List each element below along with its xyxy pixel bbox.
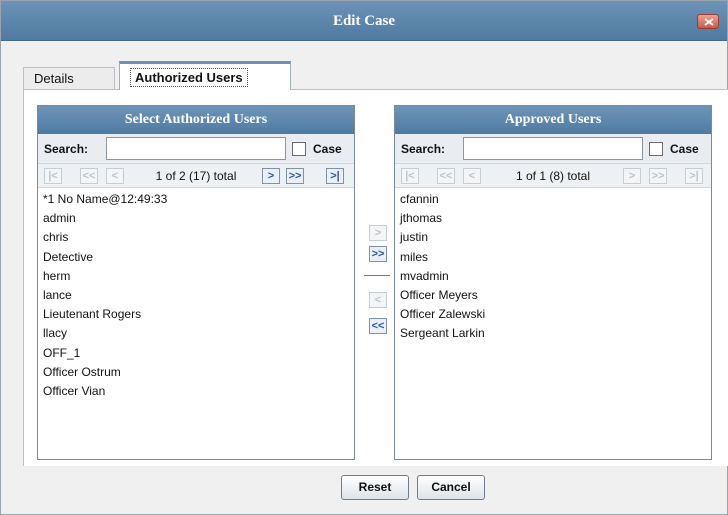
list-item[interactable]: Officer Ostrum (43, 363, 354, 382)
list-item[interactable]: miles (400, 248, 711, 267)
list-item[interactable]: admin (43, 209, 354, 228)
panel-title: Approved Users (395, 106, 711, 134)
search-input[interactable] (106, 137, 286, 160)
tab-details[interactable]: Details (23, 67, 115, 89)
list-item[interactable]: *1 No Name@12:49:33 (43, 190, 354, 209)
list-item[interactable]: Officer Meyers (400, 286, 711, 305)
search-label: Search: (44, 142, 89, 156)
list-item[interactable]: OFF_1 (43, 344, 354, 363)
close-icon (704, 18, 714, 26)
next-page-icon[interactable]: > (262, 168, 280, 184)
pager: |< << < 1 of 1 (8) total > >> >| (395, 164, 711, 188)
close-button[interactable] (697, 14, 719, 29)
page-info: 1 of 2 (17) total (155, 169, 237, 183)
transfer-divider (364, 275, 390, 276)
panel-title: Select Authorized Users (38, 106, 354, 134)
pager: |< << < 1 of 2 (17) total > >> >| (38, 164, 354, 188)
next-page-icon[interactable]: > (623, 168, 641, 184)
list-item[interactable]: justin (400, 228, 711, 247)
search-label: Search: (401, 142, 446, 156)
list-item[interactable]: lance (43, 286, 354, 305)
search-row: Search: Case (38, 134, 354, 164)
move-selected-left-icon[interactable]: < (369, 292, 387, 308)
list-item[interactable]: cfannin (400, 190, 711, 209)
next-block-icon[interactable]: >> (286, 168, 304, 184)
edit-case-dialog: Edit Case Details Authorized Users Selec… (0, 0, 728, 515)
list-item[interactable]: Sergeant Larkin (400, 324, 711, 343)
dialog-title: Edit Case (332, 13, 396, 29)
last-page-icon[interactable]: >| (685, 168, 703, 184)
search-row: Search: Case (395, 134, 711, 164)
cancel-button[interactable]: Cancel (417, 475, 485, 500)
select-authorized-users-panel: Select Authorized Users Search: Case |< … (37, 105, 355, 460)
case-label: Case (670, 142, 699, 156)
list-item[interactable]: jthomas (400, 209, 711, 228)
move-selected-right-icon[interactable]: > (369, 225, 387, 241)
list-item[interactable]: Detective (43, 248, 354, 267)
case-checkbox[interactable] (649, 142, 663, 156)
list-item[interactable]: herm (43, 267, 354, 286)
available-users-list: *1 No Name@12:49:33 admin chris Detectiv… (38, 188, 354, 401)
list-item[interactable]: Lieutenant Rogers (43, 305, 354, 324)
approved-users-panel: Approved Users Search: Case |< << < 1 of… (394, 105, 712, 460)
reset-button[interactable]: Reset (341, 475, 409, 500)
list-item[interactable]: chris (43, 228, 354, 247)
approved-users-list: cfannin jthomas justin miles mvadmin Off… (395, 188, 711, 344)
move-all-left-icon[interactable]: << (369, 318, 387, 334)
tab-authorized-users[interactable]: Authorized Users (119, 61, 291, 90)
last-page-icon[interactable]: >| (326, 168, 344, 184)
list-item[interactable]: llacy (43, 324, 354, 343)
search-input[interactable] (463, 137, 643, 160)
title-bar: Edit Case (1, 1, 727, 41)
list-item[interactable]: Officer Zalewski (400, 305, 711, 324)
list-item[interactable]: mvadmin (400, 267, 711, 286)
list-item[interactable]: Officer Vian (43, 382, 354, 401)
next-block-icon[interactable]: >> (649, 168, 667, 184)
case-checkbox[interactable] (292, 142, 306, 156)
tab-authorized-users-label: Authorized Users (130, 68, 248, 87)
case-label: Case (313, 142, 342, 156)
move-all-right-icon[interactable]: >> (369, 246, 387, 262)
